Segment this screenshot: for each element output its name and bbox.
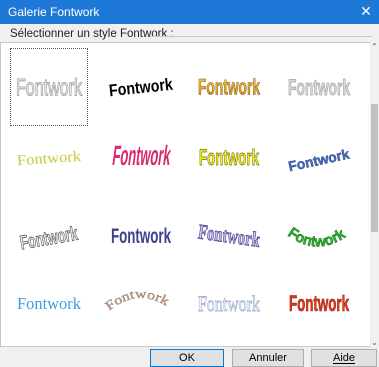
scroll-down-icon[interactable]: ⌄ bbox=[370, 338, 379, 347]
fontwork-style-1[interactable]: Fontwork bbox=[10, 48, 88, 126]
fontwork-gallery: Fontwork Fontwork Fontwork Fontwork Font… bbox=[0, 42, 371, 347]
fontwork-preview-9: Fontwork bbox=[18, 222, 80, 254]
fontwork-style-15[interactable]: Fontwork bbox=[191, 265, 267, 341]
fontwork-preview-16: Fontwork bbox=[289, 292, 350, 317]
cancel-button[interactable]: Annuler bbox=[232, 349, 304, 367]
svg-text:Fontwork: Fontwork bbox=[111, 140, 174, 171]
help-button-label: Aide bbox=[332, 352, 356, 364]
fontwork-style-6[interactable]: Fontwork bbox=[103, 119, 179, 195]
fontwork-preview-15: Fontwork bbox=[198, 292, 261, 317]
fontwork-style-16[interactable]: Fontwork bbox=[281, 265, 357, 341]
fontwork-preview-1: Fontwork bbox=[16, 75, 84, 102]
svg-text:Fontwork: Fontwork bbox=[197, 220, 262, 252]
svg-text:Fontwork: Fontwork bbox=[18, 222, 79, 254]
svg-text:Fontwork: Fontwork bbox=[287, 146, 351, 175]
vertical-scrollbar[interactable]: ⌃ ⌄ bbox=[370, 42, 379, 347]
fontwork-gallery-dialog: Galerie Fontwork ✕ Sélectionner un style… bbox=[0, 0, 379, 367]
help-button[interactable]: Aide bbox=[311, 349, 377, 367]
fontwork-preview-8: Fontwork bbox=[287, 146, 352, 175]
fontwork-style-11[interactable]: Fontwork bbox=[191, 197, 267, 273]
fontwork-style-3[interactable]: Fontwork bbox=[191, 49, 267, 125]
fontwork-preview-13: Fontwork bbox=[17, 294, 81, 313]
fontwork-preview-11: Fontwork bbox=[197, 220, 263, 252]
svg-text:Fontwork: Fontwork bbox=[285, 224, 349, 251]
svg-text:Fontwork: Fontwork bbox=[111, 224, 171, 248]
fontwork-style-5[interactable]: Fontwork bbox=[11, 119, 87, 195]
svg-text:Fontwork: Fontwork bbox=[16, 75, 83, 101]
scrollbar-thumb[interactable] bbox=[371, 104, 378, 232]
group-label: Sélectionner un style Fontwork : bbox=[10, 28, 174, 40]
fontwork-preview-12: Fontwork bbox=[285, 224, 350, 251]
fontwork-style-4[interactable]: Fontwork bbox=[281, 49, 357, 125]
svg-text:Fontwork: Fontwork bbox=[17, 149, 83, 169]
title-bar: Galerie Fontwork ✕ bbox=[0, 0, 379, 24]
ok-button[interactable]: OK bbox=[150, 349, 224, 367]
svg-text:Fontwork: Fontwork bbox=[17, 294, 81, 313]
fontwork-preview-6: Fontwork bbox=[111, 140, 174, 171]
fontwork-preview-3: Fontwork bbox=[198, 75, 261, 101]
scroll-up-icon[interactable]: ⌃ bbox=[370, 42, 379, 51]
fontwork-style-10[interactable]: Fontwork bbox=[103, 197, 179, 273]
svg-text:Fontwork: Fontwork bbox=[198, 292, 260, 317]
window-title: Galerie Fontwork bbox=[8, 5, 100, 19]
fontwork-preview-2: Fontwork bbox=[108, 75, 174, 101]
fontwork-preview-14: Fontwork bbox=[103, 286, 173, 314]
fontwork-style-14[interactable]: Fontwork bbox=[103, 265, 179, 341]
close-icon[interactable]: ✕ bbox=[359, 3, 373, 19]
group-divider bbox=[150, 36, 372, 37]
svg-text:Fontwork: Fontwork bbox=[199, 146, 259, 171]
fontwork-style-13[interactable]: Fontwork bbox=[11, 265, 87, 341]
svg-text:Fontwork: Fontwork bbox=[288, 76, 350, 101]
fontwork-style-12[interactable]: Fontwork bbox=[281, 197, 357, 273]
fontwork-style-7[interactable]: Fontwork bbox=[191, 119, 267, 195]
svg-text:Fontwork: Fontwork bbox=[289, 292, 349, 317]
svg-text:Fontwork: Fontwork bbox=[198, 75, 260, 100]
fontwork-style-2[interactable]: Fontwork bbox=[103, 49, 179, 125]
fontwork-preview-10: Fontwork bbox=[111, 224, 171, 248]
fontwork-preview-4: Fontwork bbox=[288, 76, 351, 101]
fontwork-style-8[interactable]: Fontwork bbox=[281, 119, 357, 195]
svg-text:Fontwork: Fontwork bbox=[108, 75, 174, 101]
svg-text:Fontwork: Fontwork bbox=[103, 286, 173, 313]
fontwork-preview-5: Fontwork bbox=[17, 149, 83, 169]
fontwork-preview-7: Fontwork bbox=[199, 146, 260, 171]
fontwork-style-9[interactable]: Fontwork bbox=[11, 197, 87, 273]
